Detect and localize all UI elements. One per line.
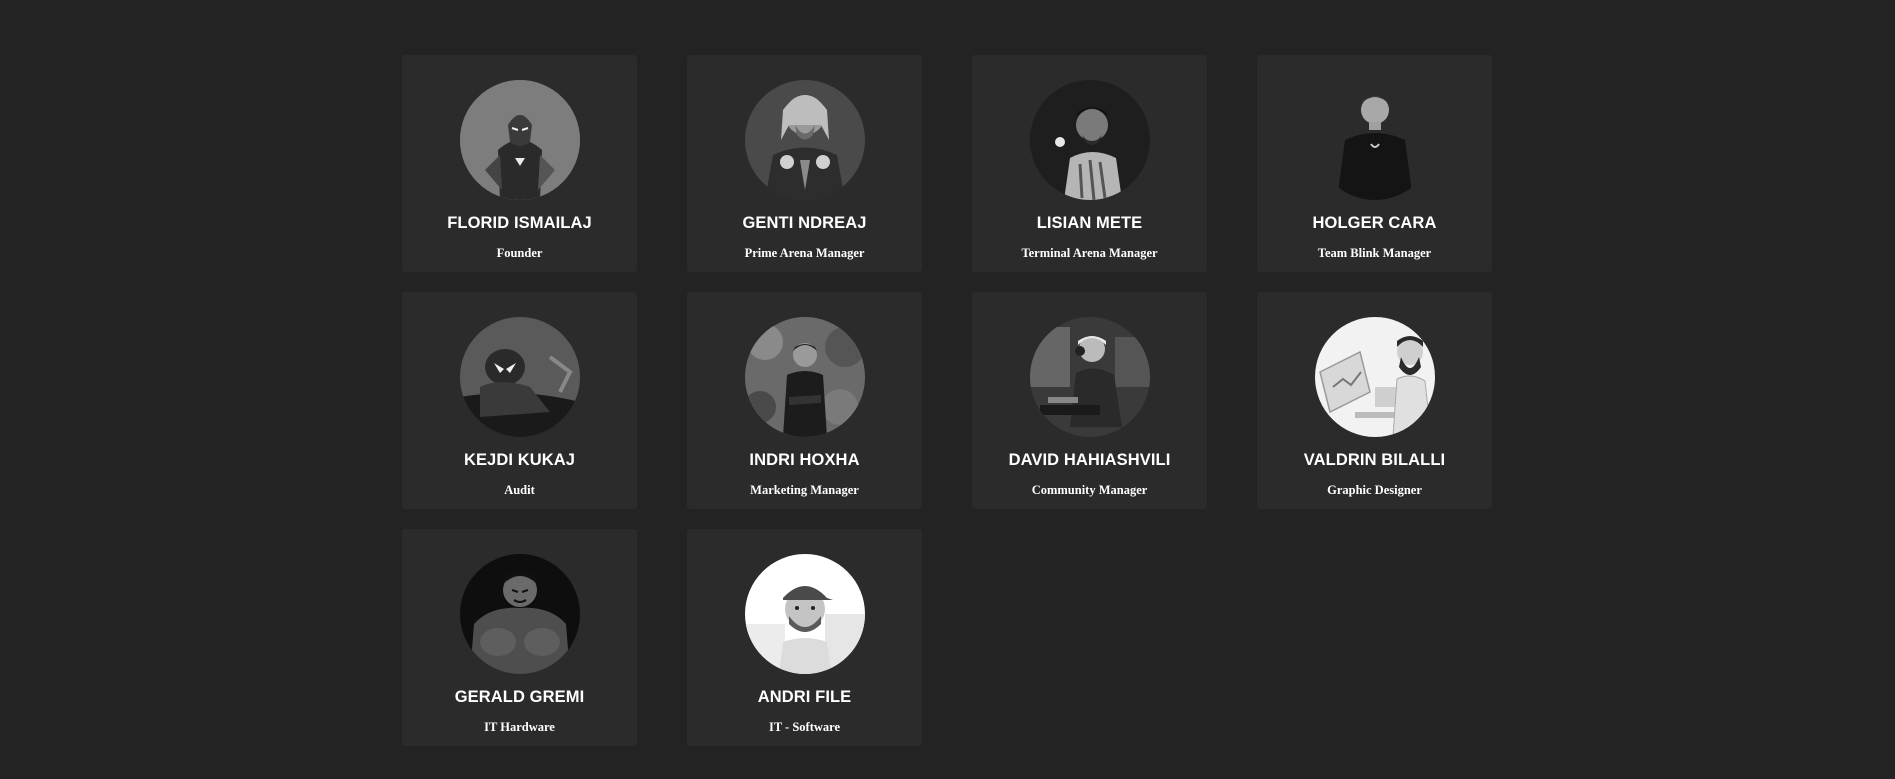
member-name: FLORID ISMAILAJ bbox=[447, 214, 592, 232]
member-role: Team Blink Manager bbox=[1317, 246, 1432, 260]
designer-illustration-avatar bbox=[1314, 317, 1435, 437]
team-member-card[interactable]: VALDRIN BILALLI Graphic Designer bbox=[1257, 292, 1492, 509]
person-portrait-avatar bbox=[1314, 80, 1435, 200]
team-member-card[interactable]: LISIAN METE Terminal Arena Manager bbox=[972, 55, 1207, 272]
member-role: IT - Software bbox=[768, 720, 841, 734]
member-name: KEJDI KUKAJ bbox=[463, 451, 576, 469]
gamer-at-desk-avatar bbox=[1029, 317, 1150, 437]
member-name: VALDRIN BILALLI bbox=[1303, 451, 1446, 469]
spider-man-avatar bbox=[459, 317, 580, 437]
member-name: GERALD GREMI bbox=[454, 688, 585, 706]
team-member-card[interactable]: DAVID HAHIASHVILI Community Manager bbox=[972, 292, 1207, 509]
member-role: Prime Arena Manager bbox=[744, 246, 865, 260]
team-member-card[interactable]: HOLGER CARA Team Blink Manager bbox=[1257, 55, 1492, 272]
iron-man-avatar bbox=[459, 80, 580, 200]
team-member-card[interactable]: GERALD GREMI IT Hardware bbox=[402, 529, 637, 746]
member-role: IT Hardware bbox=[484, 720, 555, 734]
person-portrait-avatar bbox=[1029, 80, 1150, 200]
team-grid: FLORID ISMAILAJ Founder GENTI NDREAJ Pri… bbox=[402, 55, 1492, 746]
thor-avatar bbox=[744, 80, 865, 200]
member-role: Graphic Designer bbox=[1327, 483, 1422, 497]
member-role: Founder bbox=[496, 246, 543, 260]
member-name: ANDRI FILE bbox=[757, 688, 852, 706]
member-role: Audit bbox=[504, 483, 535, 497]
hulk-avatar bbox=[459, 554, 580, 674]
member-role: Terminal Arena Manager bbox=[1021, 246, 1158, 260]
person-with-cap-avatar bbox=[744, 554, 865, 674]
team-member-card[interactable]: FLORID ISMAILAJ Founder bbox=[402, 55, 637, 272]
person-portrait-avatar bbox=[744, 317, 865, 437]
member-name: INDRI HOXHA bbox=[749, 451, 860, 469]
team-member-card[interactable]: INDRI HOXHA Marketing Manager bbox=[687, 292, 922, 509]
team-member-card[interactable]: ANDRI FILE IT - Software bbox=[687, 529, 922, 746]
member-name: GENTI NDREAJ bbox=[742, 214, 867, 232]
member-name: LISIAN METE bbox=[1036, 214, 1143, 232]
member-name: DAVID HAHIASHVILI bbox=[1008, 451, 1171, 469]
team-member-card[interactable]: GENTI NDREAJ Prime Arena Manager bbox=[687, 55, 922, 272]
team-member-card[interactable]: KEJDI KUKAJ Audit bbox=[402, 292, 637, 509]
member-name: HOLGER CARA bbox=[1312, 214, 1437, 232]
member-role: Community Manager bbox=[1031, 483, 1148, 497]
member-role: Marketing Manager bbox=[750, 483, 859, 497]
